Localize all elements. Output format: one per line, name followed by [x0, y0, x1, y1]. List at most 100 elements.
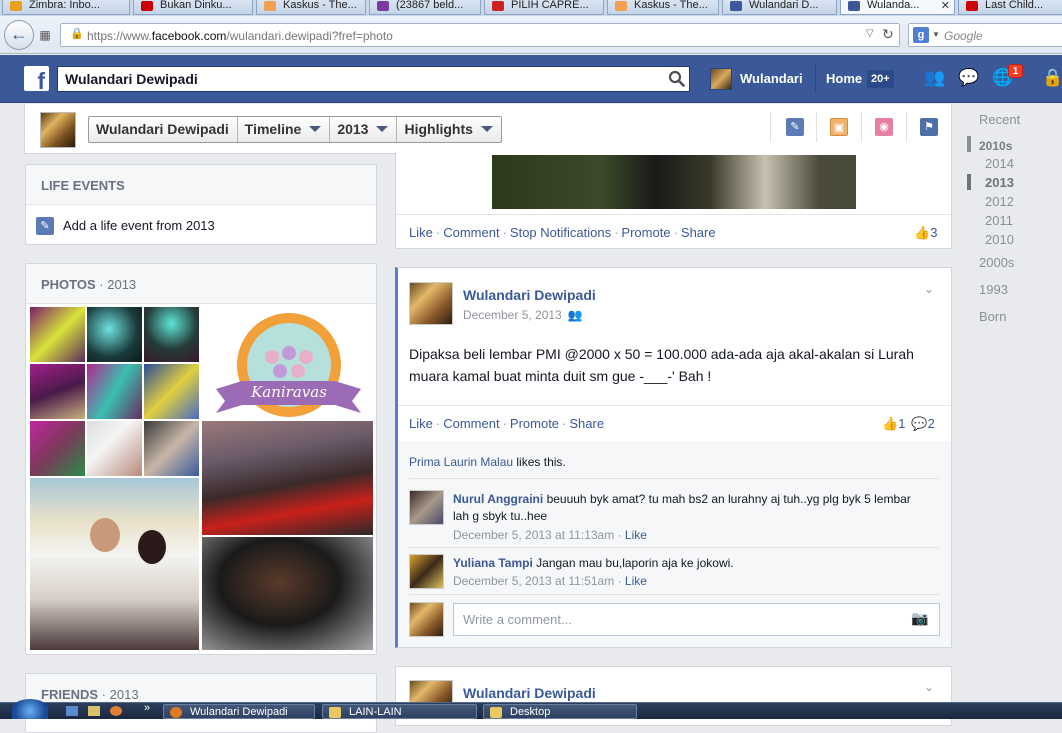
- scrubber-decade[interactable]: 2000s: [979, 255, 1014, 270]
- scrubber-year-selected[interactable]: 2013: [985, 175, 1014, 190]
- profile-name-button[interactable]: Wulandari Dewipadi: [89, 117, 238, 142]
- scrubber-decade[interactable]: 2010s: [979, 139, 1012, 153]
- like-count[interactable]: 👍3: [914, 225, 937, 241]
- avatar[interactable]: [409, 490, 444, 525]
- avatar[interactable]: [409, 554, 444, 589]
- thumbs-up-icon[interactable]: 👍: [882, 416, 898, 431]
- facebook-logo-icon[interactable]: f: [24, 66, 49, 91]
- commenter-name[interactable]: Yuliana Tampi: [453, 556, 533, 570]
- comment-meta: December 5, 2013 at 11:13am · Like: [453, 528, 647, 542]
- share-link[interactable]: Share: [681, 225, 716, 240]
- messages-icon[interactable]: 💬: [958, 68, 980, 88]
- like-link[interactable]: Like: [409, 416, 433, 431]
- scrubber-year[interactable]: 2012: [985, 194, 1014, 209]
- avatar[interactable]: [409, 282, 453, 325]
- url-text[interactable]: https://www.facebook.com/wulandari.dewip…: [87, 29, 393, 43]
- photo-thumbnail[interactable]: [201, 536, 374, 651]
- photo-icon[interactable]: ▣: [830, 118, 848, 136]
- scrubber-born[interactable]: Born: [979, 309, 1006, 324]
- liker-name[interactable]: Prima Laurin Malau: [409, 455, 513, 469]
- life-event-flag-icon[interactable]: ⚑: [920, 118, 938, 136]
- divider: [398, 405, 951, 406]
- scrubber-year[interactable]: 1993: [979, 282, 1008, 297]
- friends-audience-icon[interactable]: 👥: [568, 308, 583, 322]
- explorer-icon[interactable]: [88, 706, 100, 716]
- photo-thumbnail[interactable]: [143, 420, 200, 477]
- avatar[interactable]: [710, 68, 732, 90]
- scrubber-year[interactable]: 2014: [985, 156, 1014, 171]
- browser-tab[interactable]: (23867 beld...: [369, 0, 481, 15]
- photo-thumbnail[interactable]: [201, 420, 374, 536]
- post-author[interactable]: Wulandari Dewipadi: [463, 685, 596, 701]
- browser-tab[interactable]: Bukan Dinku...: [133, 0, 253, 15]
- comment-like-link[interactable]: Like: [625, 574, 647, 588]
- status-pencil-icon[interactable]: ✎: [786, 118, 804, 136]
- taskbar-item-folder[interactable]: LAIN-LAIN: [322, 704, 477, 719]
- year-dropdown[interactable]: 2013: [330, 117, 398, 142]
- share-link[interactable]: Share: [569, 416, 604, 431]
- browser-tab[interactable]: PILIH CAPRE...: [484, 0, 604, 15]
- scrubber-recent[interactable]: Recent: [979, 112, 1020, 127]
- profile-link[interactable]: Wulandari: [740, 71, 803, 86]
- stop-notifications-link[interactable]: Stop Notifications: [510, 225, 611, 240]
- photo-thumbnail[interactable]: [29, 477, 200, 651]
- scrubber-year[interactable]: 2010: [985, 232, 1014, 247]
- camera-icon[interactable]: 📷: [911, 610, 928, 627]
- commenter-name[interactable]: Nurul Anggraini: [453, 492, 543, 506]
- photo-thumbnail[interactable]: [29, 420, 86, 477]
- avatar[interactable]: [40, 112, 76, 148]
- add-life-event-link[interactable]: Add a life event from 2013: [63, 218, 215, 233]
- timeline-dropdown[interactable]: Timeline: [238, 117, 331, 142]
- start-button[interactable]: [12, 699, 48, 719]
- friend-requests-icon[interactable]: 👥: [924, 68, 946, 88]
- photo-thumbnail[interactable]: [86, 363, 143, 420]
- comment-like-link[interactable]: Like: [625, 528, 647, 542]
- more-icon[interactable]: »: [144, 702, 150, 714]
- scrubber-year[interactable]: 2011: [985, 213, 1013, 228]
- browser-tab[interactable]: Last Child...: [958, 0, 1062, 15]
- taskbar-item-firefox[interactable]: Wulandari Dewipadi: [163, 704, 315, 719]
- browser-tab[interactable]: Kaskus - The...: [256, 0, 366, 15]
- comment-count[interactable]: 2: [928, 416, 935, 431]
- post-author[interactable]: Wulandari Dewipadi: [463, 287, 596, 303]
- photo-thumbnail[interactable]: [29, 363, 86, 420]
- like-link[interactable]: Like: [409, 225, 433, 240]
- browser-tab[interactable]: Zimbra: Inbo...: [2, 0, 130, 15]
- photo-thumbnail[interactable]: [86, 306, 143, 363]
- back-button[interactable]: ←: [4, 20, 34, 50]
- comment-time[interactable]: December 5, 2013 at 11:51am: [453, 574, 614, 588]
- google-search-icon[interactable]: g: [913, 27, 929, 43]
- sticker-photo[interactable]: Kaniravas: [201, 306, 374, 420]
- highlights-dropdown[interactable]: Highlights: [397, 117, 500, 142]
- like-count[interactable]: 1: [898, 416, 905, 431]
- comment-link[interactable]: Comment: [443, 225, 499, 240]
- place-pin-icon[interactable]: ◉: [875, 118, 893, 136]
- browser-tab-active[interactable]: Wulanda... ✕: [840, 0, 955, 15]
- comment-link[interactable]: Comment: [443, 416, 499, 431]
- chevron-down-icon[interactable]: ⌄: [924, 282, 934, 296]
- promote-link[interactable]: Promote: [510, 416, 559, 431]
- show-desktop-icon[interactable]: [66, 706, 78, 716]
- privacy-lock-icon[interactable]: 🔒: [1042, 68, 1062, 88]
- taskbar-item-desktop[interactable]: Desktop: [483, 704, 637, 719]
- photo-thumbnail[interactable]: [143, 363, 200, 420]
- home-link[interactable]: Home: [826, 71, 862, 86]
- browser-tab[interactable]: Wulandari D...: [722, 0, 837, 15]
- photo-thumbnail[interactable]: [86, 420, 143, 477]
- search-engine-dropdown-icon[interactable]: ▼: [932, 30, 940, 39]
- media-player-icon[interactable]: [110, 706, 122, 716]
- chevron-down-icon[interactable]: ⌄: [924, 680, 934, 694]
- notification-count-badge: 1: [1008, 64, 1023, 78]
- post-photo[interactable]: [491, 154, 857, 210]
- browser-tab[interactable]: Kaskus - The...: [607, 0, 719, 15]
- photo-thumbnail[interactable]: [143, 306, 200, 363]
- url-dropdown-icon[interactable]: ▽: [866, 28, 874, 39]
- search-icon[interactable]: [668, 70, 685, 87]
- photo-thumbnail[interactable]: [29, 306, 86, 363]
- reload-icon[interactable]: ↻: [882, 26, 894, 43]
- comment-time[interactable]: December 5, 2013 at 11:13am: [453, 528, 614, 542]
- promote-link[interactable]: Promote: [621, 225, 670, 240]
- comment-bubble-icon[interactable]: 💬: [911, 416, 927, 431]
- close-tab-icon[interactable]: ✕: [941, 0, 950, 12]
- page-icon[interactable]: ▦: [36, 26, 54, 44]
